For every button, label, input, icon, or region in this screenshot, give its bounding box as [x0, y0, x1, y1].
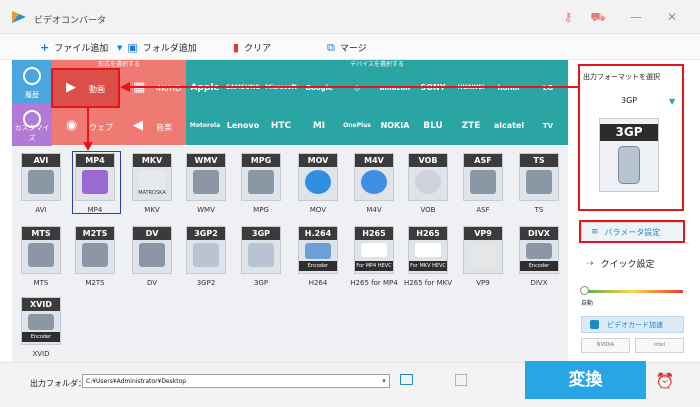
app-window: ビデオコンバータ ⚷ ⛟ — ✕ + ファイル追加 ▼ ▣ フォルダ追加 ▮ ク…: [0, 0, 700, 407]
annotation-arrowhead-down: [83, 142, 93, 151]
annotation-arrowhead-left: [120, 82, 130, 92]
annotation-arrows: [83, 82, 578, 151]
